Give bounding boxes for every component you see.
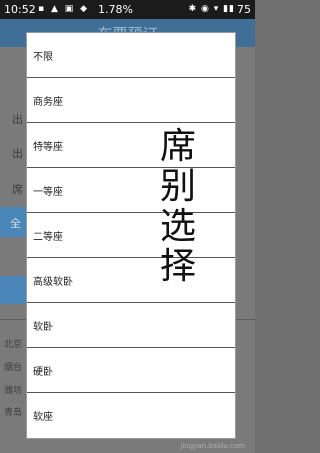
bg-history-item: 烟台: [4, 363, 23, 373]
bg-history-item: 青岛: [4, 408, 23, 418]
battery-level: 75: [237, 3, 251, 16]
seat-option-label: 二等座: [33, 232, 63, 243]
bg-label-date: 出: [12, 147, 23, 160]
watermark: jingyan.baidu.com: [180, 442, 245, 450]
seat-option-label: 特等座: [33, 142, 63, 153]
seat-option-business[interactable]: 商务座: [27, 78, 235, 123]
status-bar: 10:52 ▪ ▲ ▣ ◆ 1.78% ✱ ◉ ▾ ▮▮ 75: [0, 0, 255, 19]
status-time: 10:52: [4, 3, 36, 16]
seat-option-label: 软座: [33, 412, 53, 423]
annotation-char: 别: [160, 166, 197, 207]
bg-label-all: 全: [10, 217, 21, 230]
annotation-char: 席: [160, 126, 197, 167]
bg-search-button: [0, 276, 26, 304]
bg-divider: [233, 319, 255, 320]
annotation-char: 择: [160, 246, 197, 287]
bg-divider: [0, 319, 26, 320]
seat-option-label: 不限: [33, 52, 53, 63]
seat-option-hard-sleeper[interactable]: 硬卧: [27, 348, 235, 393]
annotation-char: 选: [160, 206, 197, 247]
bg-label-from: 出: [12, 113, 23, 126]
seat-option-soft-seat[interactable]: 软座: [27, 393, 235, 438]
seat-option-label: 硬卧: [33, 367, 53, 378]
seat-option-label: 一等座: [33, 187, 63, 198]
bg-history-item: 潍坊: [4, 386, 23, 396]
bg-history-item: 北京: [4, 340, 23, 350]
annotation-text: 席 别 选 择: [160, 127, 210, 287]
seat-option-label: 软卧: [33, 322, 53, 333]
notification-icons: ▪ ▲ ▣ ◆: [38, 4, 90, 14]
seat-option-label: 高级软卧: [33, 277, 73, 288]
seat-option-any[interactable]: 不限: [27, 33, 235, 78]
signal-icon: ✱ ◉ ▾ ▮▮: [188, 4, 235, 14]
bg-label-seat: 席: [12, 183, 23, 196]
seat-option-soft-sleeper[interactable]: 软卧: [27, 303, 235, 348]
seat-option-label: 商务座: [33, 97, 63, 108]
status-percent: 1.78%: [98, 3, 133, 16]
